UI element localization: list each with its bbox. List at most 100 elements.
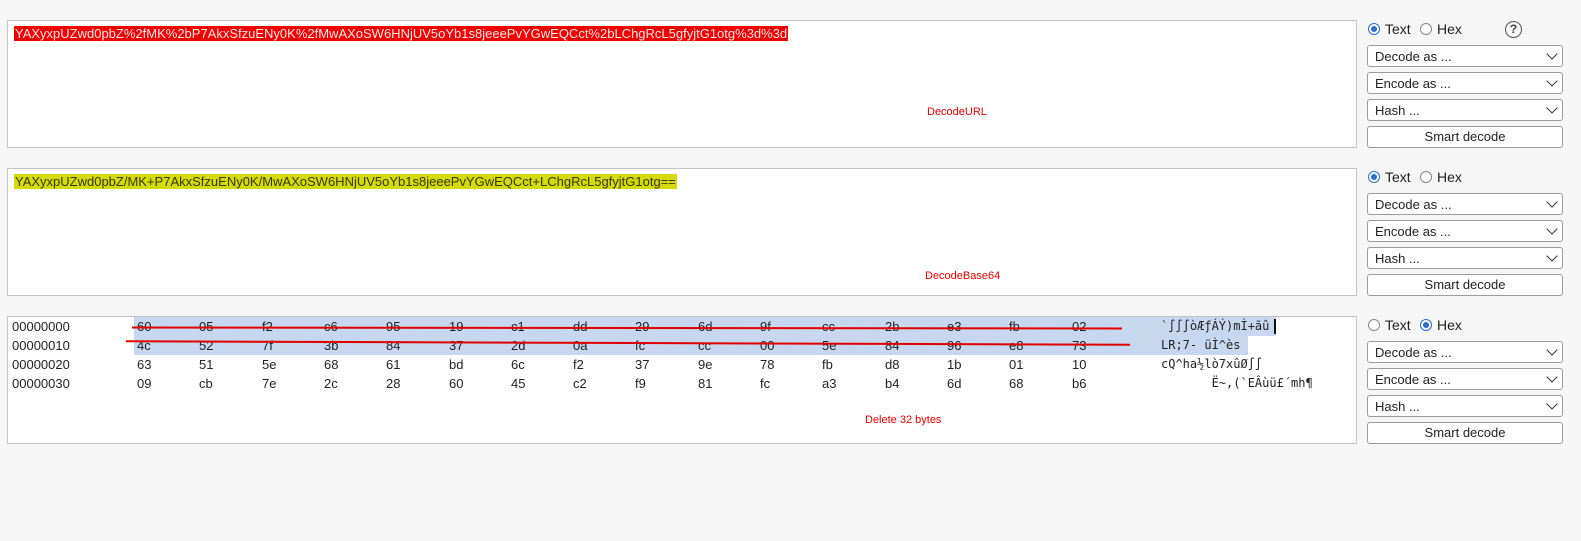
- hex-byte[interactable]: 6c: [511, 357, 535, 372]
- hex-ascii-text[interactable]: `∫∫∫òÆƒÁÝ)mÌ+ãû: [1161, 319, 1269, 333]
- text-radio-1[interactable]: [1368, 23, 1380, 35]
- annotation-decode-base64: DecodeBase64: [925, 270, 1001, 282]
- text-radio-label-1[interactable]: Text: [1385, 21, 1411, 37]
- smart-decode-button-1[interactable]: Smart decode: [1367, 126, 1563, 148]
- text-radio-label-3[interactable]: Text: [1385, 317, 1411, 333]
- hex-byte[interactable]: 81: [698, 376, 722, 391]
- hex-byte[interactable]: cb: [199, 376, 223, 391]
- hex-byte[interactable]: 37: [449, 338, 473, 353]
- encode-as-dropdown-2[interactable]: Encode as ...: [1367, 220, 1563, 242]
- hex-radio-label-3[interactable]: Hex: [1437, 317, 1462, 333]
- encode-as-label-2: Encode as ...: [1375, 224, 1451, 239]
- hex-byte[interactable]: 10: [1072, 357, 1096, 372]
- encode-as-dropdown-1[interactable]: Encode as ...: [1367, 72, 1563, 94]
- smart-decode-button-2[interactable]: Smart decode: [1367, 274, 1563, 296]
- hex-byte[interactable]: 7e: [262, 376, 286, 391]
- hex-byte[interactable]: 2d: [511, 338, 535, 353]
- hex-radio-1[interactable]: [1420, 23, 1432, 35]
- hex-byte[interactable]: 96: [947, 338, 971, 353]
- smart-decode-button-3[interactable]: Smart decode: [1367, 422, 1563, 444]
- hex-byte[interactable]: e8: [1009, 338, 1033, 353]
- hex-byte[interactable]: 1b: [947, 357, 971, 372]
- hex-radio-3[interactable]: [1420, 319, 1432, 331]
- chevron-down-icon: [1546, 196, 1558, 208]
- text-radio-2[interactable]: [1368, 171, 1380, 183]
- hex-byte[interactable]: b4: [885, 376, 909, 391]
- hex-byte[interactable]: a3: [822, 376, 846, 391]
- chevron-down-icon: [1546, 344, 1558, 356]
- hex-byte[interactable]: cc: [698, 338, 722, 353]
- decode-as-dropdown-3[interactable]: Decode as ...: [1367, 341, 1563, 363]
- annotation-delete-32-bytes: Delete 32 bytes: [865, 414, 942, 426]
- text-radio-label-2[interactable]: Text: [1385, 169, 1411, 185]
- hex-byte[interactable]: 63: [137, 357, 161, 372]
- hex-byte[interactable]: 5e: [262, 357, 286, 372]
- chevron-down-icon: [1546, 48, 1558, 60]
- hex-ascii-text[interactable]: LR;7- üÌ^ès: [1161, 338, 1240, 352]
- hex-byte[interactable]: 68: [1009, 376, 1033, 391]
- hex-byte[interactable]: 37: [635, 357, 659, 372]
- chevron-down-icon: [1546, 223, 1558, 235]
- hex-byte[interactable]: d8: [885, 357, 909, 372]
- encoded-text-base64[interactable]: YAXyxpUZwd0pbZ/MK+P7AkxSfzuENy0K/MwAXoSW…: [14, 174, 677, 189]
- chevron-down-icon: [1546, 75, 1558, 87]
- decode-as-label-3: Decode as ...: [1375, 345, 1452, 360]
- hex-byte[interactable]: 61: [386, 357, 410, 372]
- format-radio-group-3: Text Hex: [1367, 316, 1563, 336]
- decoder-hex-editor-3[interactable]: 000000006005f2c69519c1dd296d9fcc2be3fb02…: [7, 316, 1357, 444]
- hex-byte[interactable]: 78: [760, 357, 784, 372]
- encoded-text-url[interactable]: YAXyxpUZwd0pbZ%2fMK%2bP7AkxSfzuENy0K%2fM…: [14, 26, 789, 41]
- hash-dropdown-3[interactable]: Hash ...: [1367, 395, 1563, 417]
- hex-byte[interactable]: b6: [1072, 376, 1096, 391]
- hex-ascii-text[interactable]: cQ^ha½lò7xûØ∫∫: [1161, 357, 1262, 371]
- hex-byte[interactable]: 45: [511, 376, 535, 391]
- hex-radio-label-1[interactable]: Hex: [1437, 21, 1462, 37]
- decode-as-dropdown-2[interactable]: Decode as ...: [1367, 193, 1563, 215]
- encode-as-label-1: Encode as ...: [1375, 76, 1451, 91]
- hex-byte[interactable]: 28: [386, 376, 410, 391]
- hex-row: 00000030 09 cb 7e 2c 28 60 45 c2 f9 81 fc a3 b4 6d 68 b6…: [8, 374, 1358, 393]
- annotation-decode-url: DecodeURL: [927, 106, 987, 118]
- hex-byte[interactable]: 0a: [573, 338, 597, 353]
- hex-ascii-text[interactable]: Ë~,(`EÂùü£´mh¶: [1161, 376, 1313, 390]
- hex-byte[interactable]: 9e: [698, 357, 722, 372]
- hex-offset: 00000010: [12, 338, 70, 353]
- hex-byte[interactable]: f2: [573, 357, 597, 372]
- hex-byte[interactable]: c2: [573, 376, 597, 391]
- decode-as-dropdown-1[interactable]: Decode as ...: [1367, 45, 1563, 67]
- hex-byte[interactable]: fb: [822, 357, 846, 372]
- hex-byte[interactable]: 51: [199, 357, 223, 372]
- hex-byte[interactable]: fc: [760, 376, 784, 391]
- hex-radio-2[interactable]: [1420, 171, 1432, 183]
- text-radio-3[interactable]: [1368, 319, 1380, 331]
- hex-byte[interactable]: 2c: [324, 376, 348, 391]
- hex-byte[interactable]: 68: [324, 357, 348, 372]
- chevron-down-icon: [1546, 250, 1558, 262]
- hex-offset: 00000020: [12, 357, 70, 372]
- format-radio-group-1: Text Hex ?: [1367, 20, 1563, 40]
- chevron-down-icon: [1546, 371, 1558, 383]
- decoder-editor-2[interactable]: YAXyxpUZwd0pbZ/MK+P7AkxSfzuENy0K/MwAXoSW…: [7, 168, 1357, 296]
- hex-byte[interactable]: bd: [449, 357, 473, 372]
- hex-byte[interactable]: 00: [760, 338, 784, 353]
- hex-byte[interactable]: 60: [449, 376, 473, 391]
- decode-as-label-1: Decode as ...: [1375, 49, 1452, 64]
- hex-byte[interactable]: 09: [137, 376, 161, 391]
- hex-byte[interactable]: 84: [885, 338, 909, 353]
- chevron-down-icon: [1546, 398, 1558, 410]
- hash-dropdown-1[interactable]: Hash ...: [1367, 99, 1563, 121]
- hex-byte[interactable]: f9: [635, 376, 659, 391]
- hex-byte[interactable]: 5e: [822, 338, 846, 353]
- encode-as-dropdown-3[interactable]: Encode as ...: [1367, 368, 1563, 390]
- hex-radio-label-2[interactable]: Hex: [1437, 169, 1462, 185]
- hash-label-2: Hash ...: [1375, 251, 1420, 266]
- hex-byte[interactable]: 01: [1009, 357, 1033, 372]
- hex-row: 000000104c527f3b84372d0afccc005e8496e873…: [8, 336, 1358, 355]
- hash-label-3: Hash ...: [1375, 399, 1420, 414]
- help-icon[interactable]: ?: [1505, 21, 1522, 38]
- chevron-down-icon: [1546, 102, 1558, 114]
- hex-byte[interactable]: fc: [635, 338, 659, 353]
- decoder-editor-1[interactable]: YAXyxpUZwd0pbZ%2fMK%2bP7AkxSfzuENy0K%2fM…: [7, 20, 1357, 148]
- hex-byte[interactable]: 6d: [947, 376, 971, 391]
- hash-dropdown-2[interactable]: Hash ...: [1367, 247, 1563, 269]
